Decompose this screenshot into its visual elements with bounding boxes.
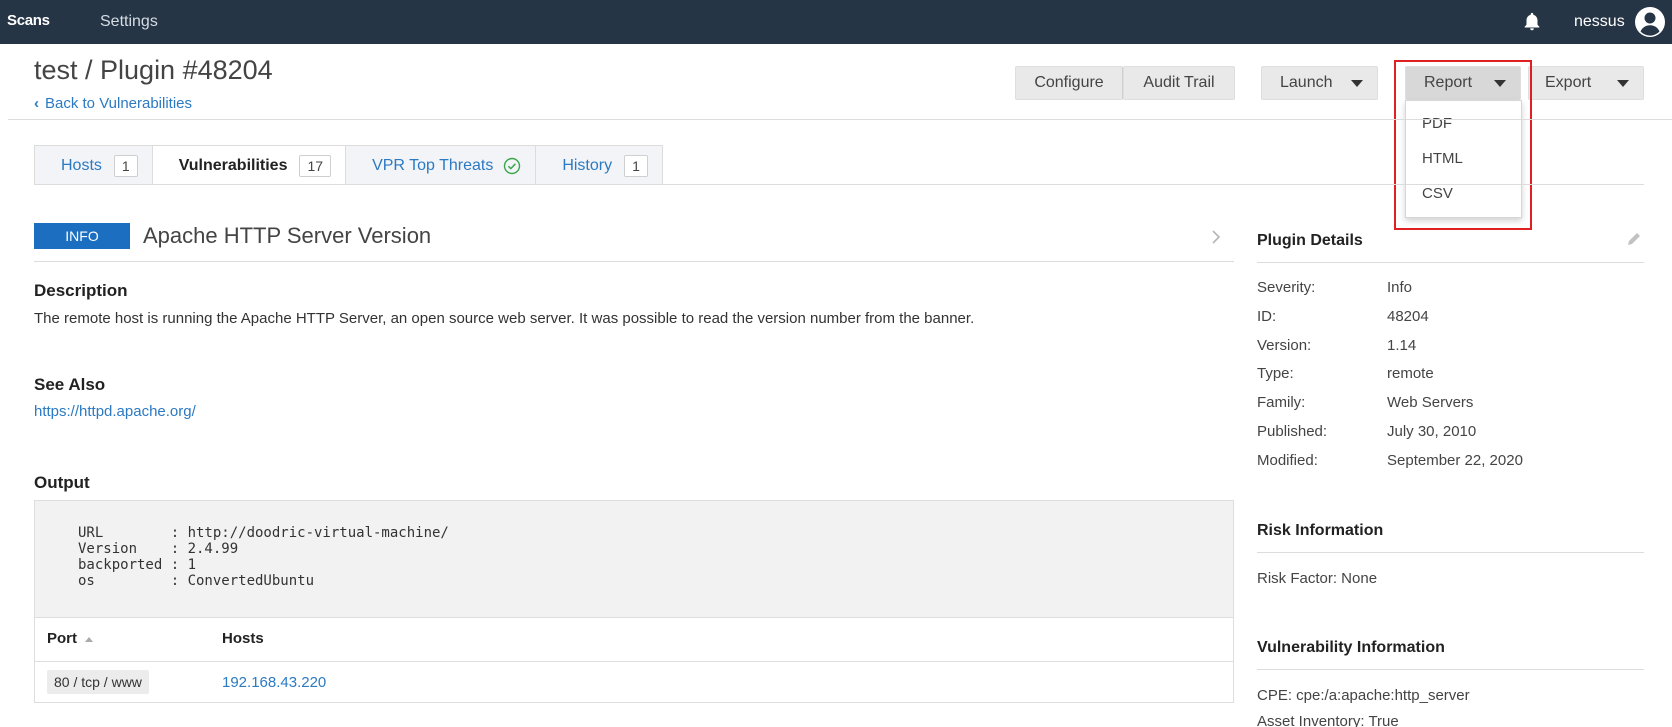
vulnerability-information-heading: Vulnerability Information xyxy=(1257,639,1445,656)
risk-factor-text: Risk Factor: None xyxy=(1257,570,1378,587)
description-heading: Description xyxy=(34,281,128,300)
column-header-port[interactable]: Port xyxy=(47,630,93,647)
tabs-divider xyxy=(34,184,1644,185)
column-header-hosts[interactable]: Hosts xyxy=(222,630,264,647)
pencil-edit-icon[interactable] xyxy=(1626,231,1642,247)
detail-label-family: Family: xyxy=(1257,394,1306,411)
audit-trail-button[interactable]: Audit Trail xyxy=(1123,66,1235,100)
page-title: test / Plugin #48204 xyxy=(34,55,273,85)
output-heading: Output xyxy=(34,473,90,492)
user-avatar-icon[interactable] xyxy=(1634,6,1666,38)
export-button[interactable]: Export xyxy=(1528,66,1644,100)
header-divider xyxy=(8,119,1672,120)
detail-value-severity: Info xyxy=(1387,279,1413,296)
tab-count-badge: 1 xyxy=(113,154,138,177)
nav-settings[interactable]: Settings xyxy=(100,13,158,31)
tab-label: VPR Top Threats xyxy=(372,156,494,174)
table-divider xyxy=(34,661,1234,662)
detail-label-published: Published: xyxy=(1257,423,1328,440)
detail-value-family: Web Servers xyxy=(1387,394,1474,411)
port-chip: 80 / tcp / www xyxy=(47,670,149,694)
column-header-label: Port xyxy=(47,630,77,647)
see-also-heading: See Also xyxy=(34,375,106,394)
tab-label: History xyxy=(562,156,613,174)
export-label: Export xyxy=(1545,74,1592,91)
detail-label-modified: Modified: xyxy=(1257,452,1318,469)
tab-vulnerabilities[interactable]: Vulnerabilities 17 xyxy=(151,145,347,185)
launch-label: Launch xyxy=(1280,74,1333,91)
ports-table xyxy=(34,617,1234,703)
bell-icon[interactable] xyxy=(1521,11,1543,33)
check-circle-icon xyxy=(504,157,521,174)
chevron-right-icon[interactable] xyxy=(1210,229,1222,245)
asset-inventory-text: Asset Inventory: True xyxy=(1257,713,1399,727)
nav-scans[interactable]: Scans xyxy=(7,12,50,29)
detail-value-published: July 30, 2010 xyxy=(1387,423,1477,440)
tab-label: Vulnerabilities xyxy=(178,156,288,174)
launch-button[interactable]: Launch xyxy=(1261,66,1378,100)
chevron-left-icon: ‹ xyxy=(34,95,39,112)
detail-label-severity: Severity: xyxy=(1257,279,1316,296)
see-also-link[interactable]: https://httpd.apache.org/ xyxy=(34,403,196,420)
output-text: URL : http://doodric-virtual-machine/ Ve… xyxy=(78,525,449,589)
plugin-details-heading: Plugin Details xyxy=(1257,232,1363,249)
tab-bar: Hosts 1 Vulnerabilities 17 VPR Top Threa… xyxy=(34,145,663,185)
cpe-text: CPE: cpe:/a:apache:http_server xyxy=(1257,687,1470,704)
detail-label-type: Type: xyxy=(1257,365,1294,382)
plugin-details-divider xyxy=(1257,262,1644,263)
detail-label-id: ID: xyxy=(1257,308,1277,325)
detail-value-id: 48204 xyxy=(1387,308,1429,325)
description-text: The remote host is running the Apache HT… xyxy=(34,310,975,327)
back-link-label: Back to Vulnerabilities xyxy=(45,95,193,112)
username[interactable]: nessus xyxy=(1574,13,1625,31)
back-to-vulnerabilities-link[interactable]: ‹ Back to Vulnerabilities xyxy=(34,95,192,112)
tab-label: Hosts xyxy=(61,156,102,174)
tab-hosts[interactable]: Hosts 1 xyxy=(34,145,153,185)
detail-value-type: remote xyxy=(1387,365,1434,382)
severity-badge: INFO xyxy=(34,223,130,249)
caret-down-icon xyxy=(1351,79,1363,87)
top-navigation-bar: Scans Settings nessus xyxy=(0,0,1672,44)
caret-down-icon xyxy=(1617,79,1629,87)
tab-vpr-top-threats[interactable]: VPR Top Threats xyxy=(345,145,537,185)
detail-value-modified: September 22, 2020 xyxy=(1387,452,1523,469)
risk-divider xyxy=(1257,552,1644,553)
risk-information-heading: Risk Information xyxy=(1257,522,1384,539)
vulnerability-divider xyxy=(1257,669,1644,670)
tab-history[interactable]: History 1 xyxy=(535,145,663,185)
configure-button[interactable]: Configure xyxy=(1015,66,1123,100)
tab-count-badge: 17 xyxy=(299,154,332,177)
detail-label-version: Version: xyxy=(1257,337,1312,354)
sort-ascending-icon xyxy=(85,636,93,642)
title-divider xyxy=(34,261,1234,262)
detail-value-version: 1.14 xyxy=(1387,337,1417,354)
annotation-highlight-box xyxy=(1394,60,1532,230)
plugin-name: Apache HTTP Server Version xyxy=(143,223,432,248)
host-link[interactable]: 192.168.43.220 xyxy=(222,674,326,691)
tab-count-badge: 1 xyxy=(624,154,648,177)
